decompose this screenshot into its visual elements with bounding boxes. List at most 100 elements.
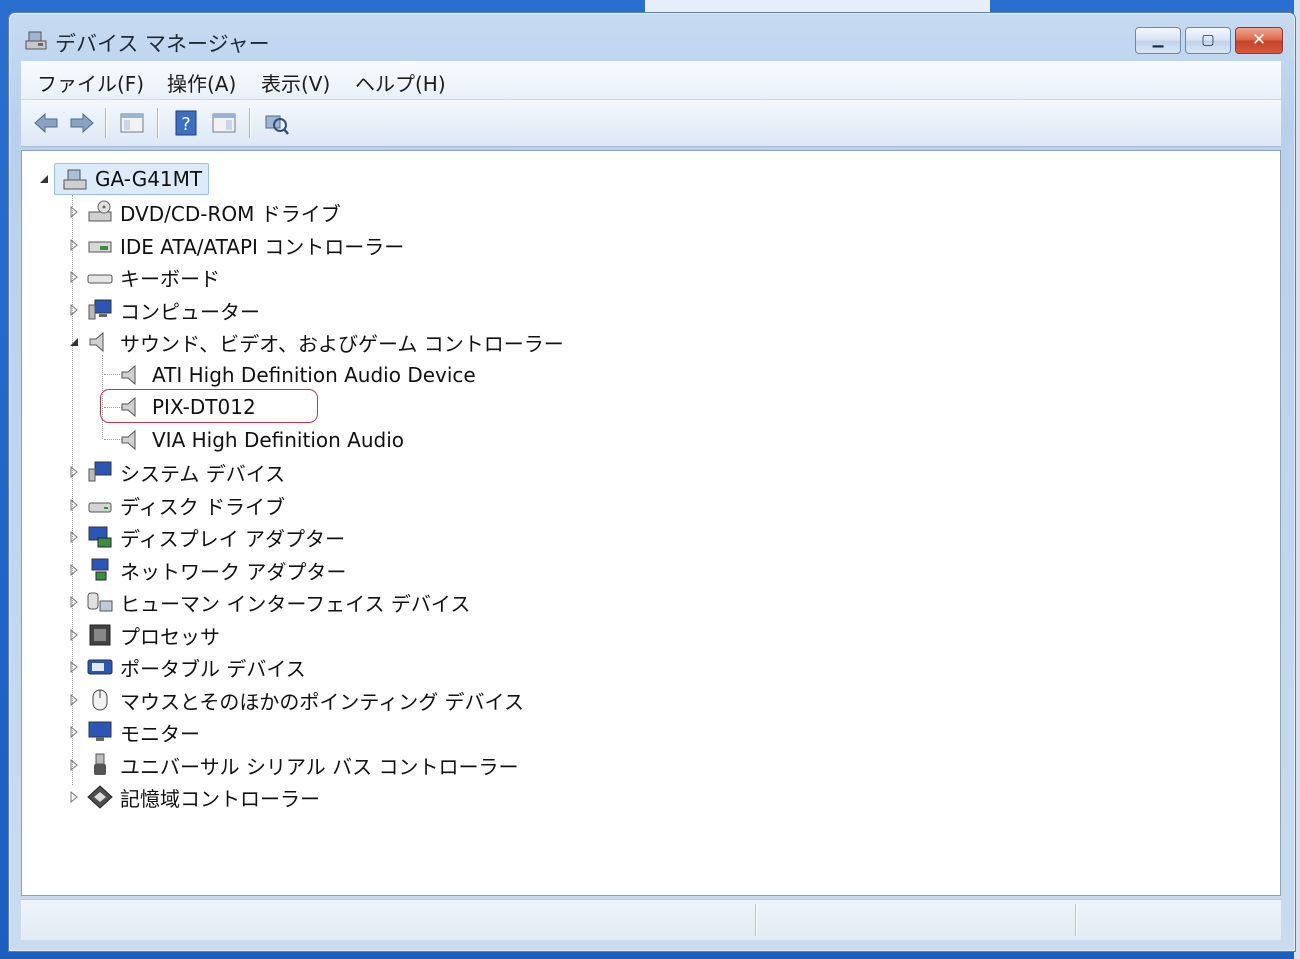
category-label: コンピューター [120,299,260,324]
expand-triangle-icon[interactable] [68,531,80,543]
processor-icon [89,624,111,646]
menu-file[interactable]: ファイル(F) [37,68,144,97]
tree-category[interactable]: ポータブル デバイス [86,652,306,682]
expand-triangle-icon[interactable] [68,661,80,673]
status-divider [755,904,757,936]
expand-triangle-icon[interactable] [68,759,80,771]
expand-triangle-icon[interactable] [68,206,80,218]
disk-drive-icon [88,502,112,513]
toolbar: ? [21,100,1281,147]
mouse-icon [92,689,108,711]
computer-root-icon [63,169,87,190]
show-hide-console-tree-icon[interactable] [117,108,147,138]
category-label: マウスとそのほかのポインティング デバイス [120,689,524,714]
expand-triangle-icon[interactable] [68,564,80,576]
device-label: VIA High Definition Audio [152,428,404,452]
close-button[interactable]: ✕ [1235,27,1283,54]
expand-triangle-icon[interactable] [68,629,80,641]
category-label: キーボード [120,266,220,291]
expand-triangle-icon[interactable] [68,499,80,511]
menu-action[interactable]: 操作(A) [167,68,236,97]
tree-category[interactable]: ヒューマン インターフェイス デバイス [86,587,470,617]
category-label: DVD/CD-ROM ドライブ [120,201,341,226]
title-bar[interactable]: デバイス マネージャー ▁ ▢ ✕ [9,13,1295,59]
expand-triangle-icon[interactable] [68,791,80,803]
tree-device[interactable]: ATI High Definition Audio Device [118,360,476,390]
tree-category[interactable]: ユニバーサル シリアル バス コントローラー [86,750,518,780]
usb-icon [94,753,106,775]
expand-triangle-icon[interactable] [68,304,80,316]
forward-arrow-icon[interactable] [67,108,97,138]
menu-view[interactable]: 表示(V) [261,68,330,97]
tree-category[interactable]: プロセッサ [86,620,220,650]
maximize-icon: ▢ [1201,32,1215,48]
network-adapter-icon [91,558,109,581]
tree-category[interactable]: キーボード [86,262,220,292]
category-label: ポータブル デバイス [120,656,306,681]
keyboard-icon [87,274,113,284]
category-label: ネットワーク アダプター [120,559,347,584]
category-label: IDE ATA/ATAPI コントローラー [120,234,405,259]
expand-triangle-icon[interactable] [68,694,80,706]
dvd-drive-icon [88,200,112,222]
tree-category[interactable]: コンピューター [86,295,260,325]
category-label: ヒューマン インターフェイス デバイス [120,591,471,616]
tree-category[interactable]: DVD/CD-ROM ドライブ [86,197,341,227]
status-divider [1075,904,1077,936]
minimize-button[interactable]: ▁ [1135,27,1181,54]
maximize-button[interactable]: ▢ [1185,27,1231,54]
toolbar-separator [249,108,251,138]
tree-category[interactable]: ディスク ドライブ [86,490,285,520]
portable-device-icon [87,659,113,675]
ide-controller-icon [88,241,112,253]
svg-text:?: ? [181,114,191,135]
category-label: モニター [120,721,200,746]
collapse-triangle-icon[interactable] [38,173,50,185]
computer-icon [88,299,112,320]
back-arrow-icon[interactable] [31,108,61,138]
device-label: ATI High Definition Audio Device [152,363,476,387]
category-label: ユニバーサル シリアル バス コントローラー [120,754,519,779]
expand-triangle-icon[interactable] [68,239,80,251]
expand-triangle-icon[interactable] [68,726,80,738]
expand-triangle-icon[interactable] [68,466,80,478]
category-label: ディスク ドライブ [120,494,285,519]
close-icon: ✕ [1251,30,1267,50]
tree-category[interactable]: IDE ATA/ATAPI コントローラー [86,230,404,260]
root-label: GA-G41MT [95,167,203,191]
system-device-icon [88,461,112,482]
category-label: システム デバイス [120,461,286,486]
tree-category[interactable]: ディスプレイ アダプター [86,522,345,552]
scan-hardware-icon[interactable] [261,108,291,138]
tree-category[interactable]: マウスとそのほかのポインティング デバイス [86,685,524,715]
annotation-highlight-circle [100,389,318,423]
menu-bar: ファイル(F) 操作(A) 表示(V) ヘルプ(H) [21,61,1281,100]
tree-device[interactable]: VIA High Definition Audio [118,425,404,455]
tree-category[interactable]: 記憶域コントローラー [86,782,320,812]
tree-root[interactable]: GA-G41MT [54,163,210,195]
menu-help[interactable]: ヘルプ(H) [355,68,446,97]
device-manager-icon [25,31,47,50]
speaker-icon [121,429,136,451]
device-tree[interactable]: GA-G41MT DVD/CD-ROM ドライブ IDE ATA/ATAPI コン… [21,150,1281,896]
speaker-icon [121,364,136,386]
device-manager-window: デバイス マネージャー ▁ ▢ ✕ ファイル(F) 操作(A) 表示(V) ヘル… [8,12,1296,952]
category-label: プロセッサ [120,624,220,649]
toolbar-separator [157,108,159,138]
minimize-icon: ▁ [1152,32,1164,48]
properties-icon[interactable] [209,108,239,138]
collapse-triangle-icon[interactable] [68,336,80,348]
expand-triangle-icon[interactable] [68,271,80,283]
category-label: ディスプレイ アダプター [120,526,345,551]
category-label: サウンド、ビデオ、およびゲーム コントローラー [120,331,564,356]
monitor-icon [88,721,112,741]
toolbar-separator [105,108,107,138]
category-label: 記憶域コントローラー [120,786,320,811]
storage-controller-icon [87,785,113,809]
tree-category[interactable]: サウンド、ビデオ、およびゲーム コントローラー [86,327,564,357]
tree-category[interactable]: システム デバイス [86,457,285,487]
tree-category[interactable]: ネットワーク アダプター [86,555,346,585]
tree-category[interactable]: モニター [86,717,200,747]
expand-triangle-icon[interactable] [68,596,80,608]
help-icon[interactable]: ? [171,108,201,138]
